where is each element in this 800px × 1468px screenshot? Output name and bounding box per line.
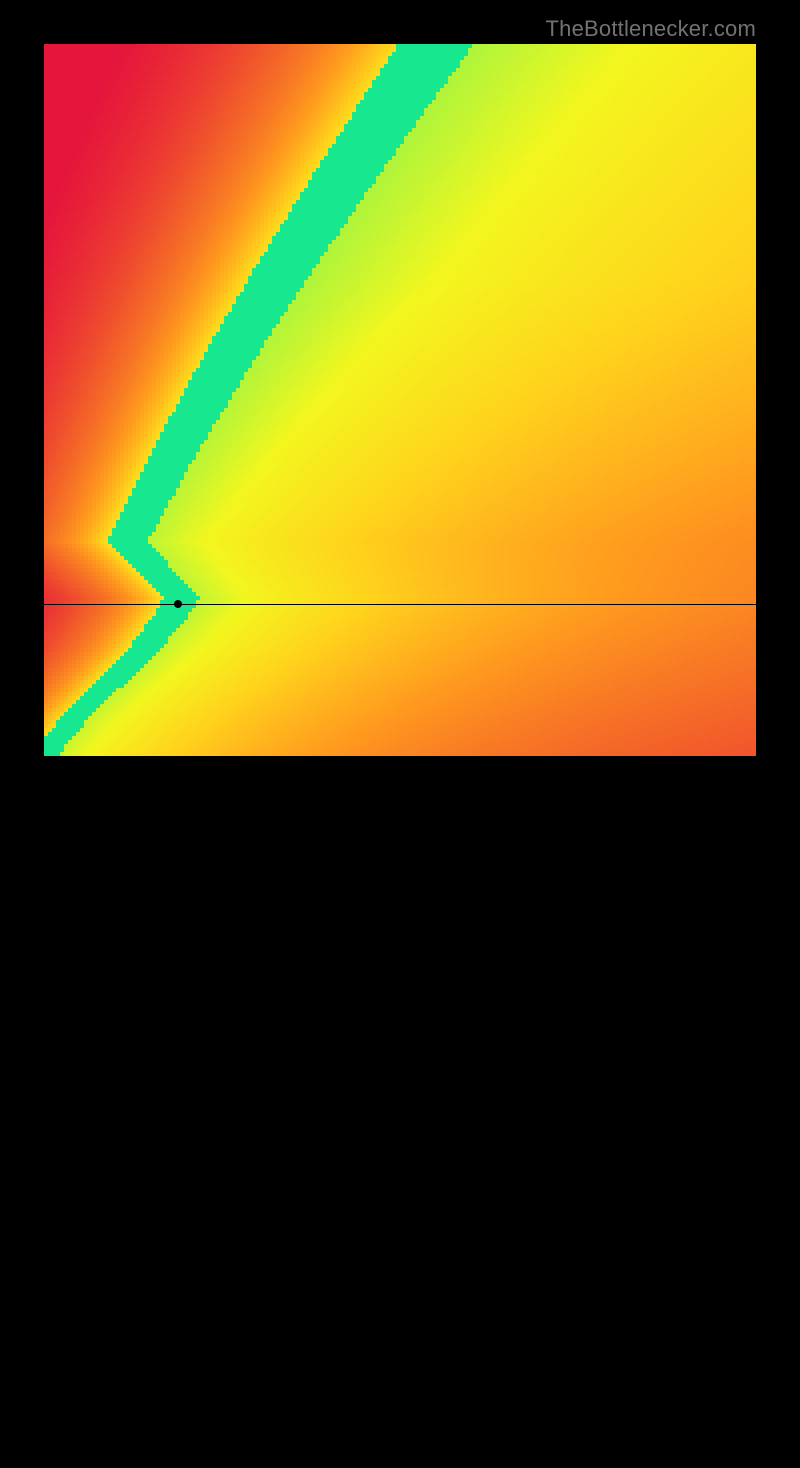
crosshair-marker — [174, 600, 182, 608]
chart-frame: TheBottlenecker.com — [0, 0, 800, 800]
watermark-text: TheBottlenecker.com — [546, 16, 756, 42]
crosshair-vertical — [178, 756, 179, 1468]
heatmap-plot — [44, 44, 756, 756]
heatmap-canvas — [44, 44, 756, 756]
crosshair-horizontal — [44, 604, 756, 605]
